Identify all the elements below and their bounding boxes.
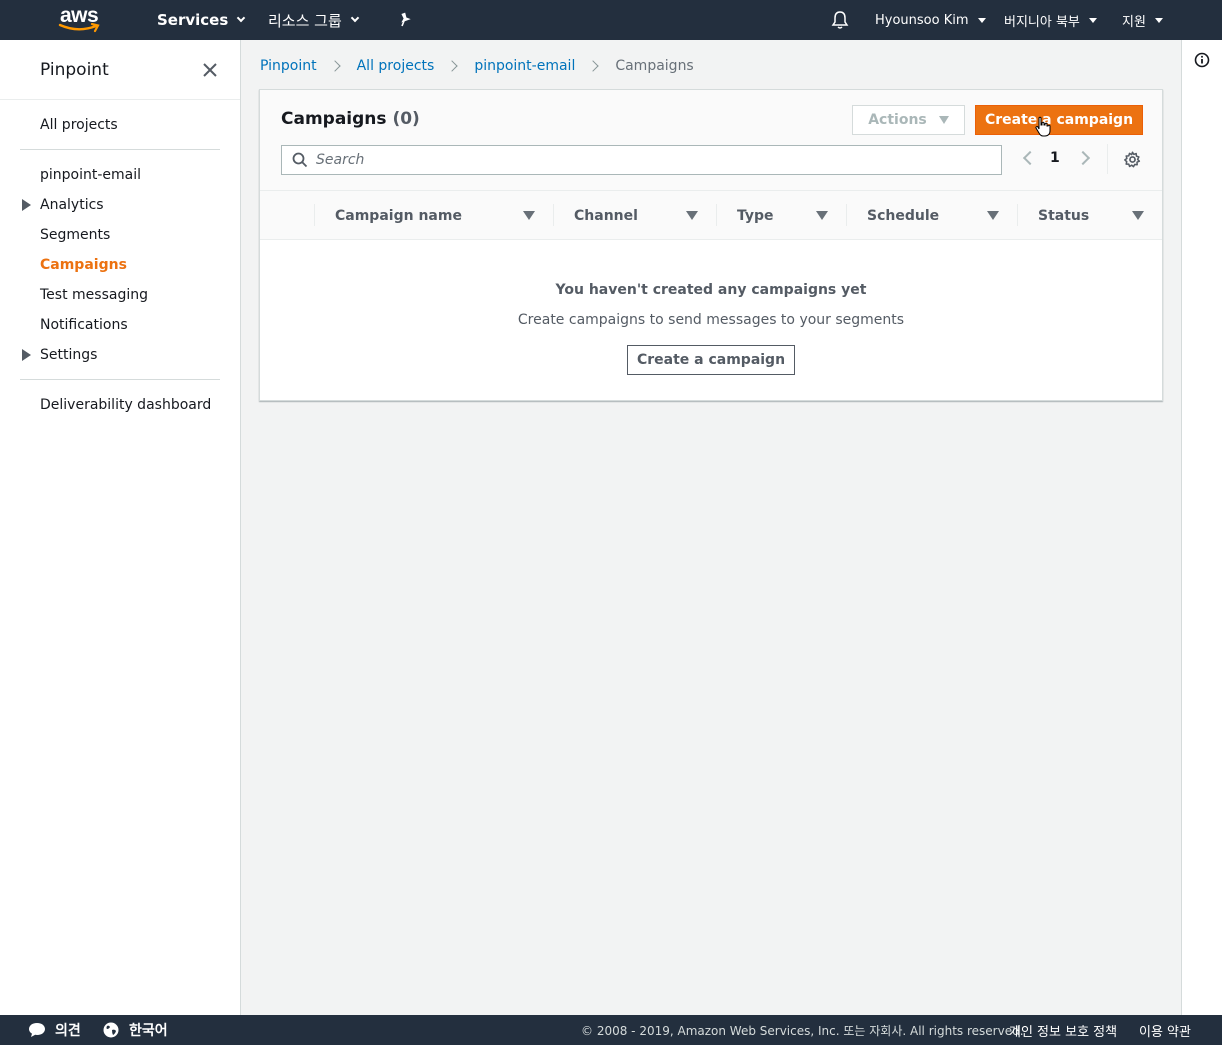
language-label: 한국어 — [129, 1023, 168, 1039]
chevron-right-icon[interactable] — [1075, 150, 1091, 166]
help-panel-rail — [1181, 40, 1222, 1015]
sort-down-icon[interactable] — [987, 211, 999, 220]
hand-cursor-icon — [1035, 116, 1051, 137]
gear-icon[interactable] — [1124, 151, 1141, 168]
footer: 의견 한국어 © 2008 - 2019, Amazon Web Service… — [0, 1015, 1222, 1045]
support-menu[interactable]: 지원 — [1122, 0, 1163, 40]
close-icon[interactable] — [201, 61, 219, 79]
panel-header: Campaigns (0) Actions Create a campaign … — [260, 90, 1162, 191]
caret-down-icon — [350, 13, 360, 23]
sidebar-title: Pinpoint — [40, 60, 109, 80]
breadcrumb-campaigns: Campaigns — [615, 58, 694, 74]
resource-groups-menu[interactable]: 리소스 그룹 — [268, 0, 360, 40]
column-status[interactable]: Status — [1038, 191, 1089, 240]
sidebar-divider — [20, 149, 220, 150]
resource-groups-label: 리소스 그룹 — [268, 11, 342, 30]
sidebar-item-analytics[interactable]: Analytics — [40, 197, 104, 213]
chevron-right-icon — [587, 60, 599, 72]
sort-down-icon[interactable] — [1132, 211, 1144, 220]
speech-bubble-icon — [29, 1023, 45, 1037]
actions-button[interactable]: Actions — [852, 105, 965, 135]
empty-state-description: Create campaigns to send messages to you… — [517, 312, 905, 328]
expand-arrow-icon[interactable] — [22, 199, 31, 211]
column-divider — [314, 204, 315, 226]
search-box[interactable] — [281, 145, 1002, 175]
language-selector[interactable]: 한국어 — [103, 1015, 168, 1045]
campaigns-count: (0) — [392, 109, 420, 129]
breadcrumb-all-projects[interactable]: All projects — [357, 58, 435, 74]
services-label: Services — [157, 11, 229, 29]
column-schedule[interactable]: Schedule — [867, 191, 939, 240]
sidebar: Pinpoint All projects pinpoint-email Ana… — [0, 40, 241, 1015]
breadcrumb-pinpoint[interactable]: Pinpoint — [260, 58, 317, 74]
pin-icon — [401, 12, 411, 27]
sidebar-item-settings[interactable]: Settings — [40, 347, 97, 363]
sort-down-icon[interactable] — [523, 211, 535, 220]
table-header: Campaign name Channel Type Schedule Stat… — [260, 191, 1162, 240]
campaigns-panel: Campaigns (0) Actions Create a campaign … — [259, 89, 1163, 401]
support-label: 지원 — [1122, 14, 1146, 30]
services-menu[interactable]: Services — [157, 0, 246, 40]
empty-create-campaign-button[interactable]: Create a campaign — [627, 345, 795, 375]
feedback-button[interactable]: 의견 — [28, 1015, 81, 1045]
caret-down-icon — [938, 116, 949, 124]
privacy-policy-link[interactable]: 개인 정보 보호 정책 — [1009, 1015, 1117, 1045]
sidebar-item-notifications[interactable]: Notifications — [40, 317, 128, 333]
search-input[interactable] — [316, 150, 986, 170]
actions-label: Actions — [868, 112, 927, 128]
region-menu[interactable]: 버지니아 북부 — [1004, 0, 1097, 40]
region-label: 버지니아 북부 — [1004, 14, 1080, 30]
sidebar-header-divider — [0, 99, 240, 100]
user-name: Hyounsoo Kim — [875, 12, 969, 28]
column-channel[interactable]: Channel — [574, 191, 638, 240]
globe-icon — [103, 1022, 119, 1038]
sidebar-item-segments[interactable]: Segments — [40, 227, 110, 243]
pin-button[interactable] — [398, 0, 412, 40]
caret-down-icon — [1088, 17, 1097, 23]
page-number[interactable]: 1 — [1050, 150, 1060, 166]
feedback-label: 의견 — [55, 1023, 81, 1039]
user-menu[interactable]: Hyounsoo Kim — [875, 0, 986, 40]
column-divider — [1017, 204, 1018, 226]
sort-down-icon[interactable] — [686, 211, 698, 220]
empty-state-title: You haven't created any campaigns yet — [555, 282, 867, 298]
campaigns-title: Campaigns — [281, 109, 387, 129]
caret-down-icon — [237, 13, 246, 23]
sidebar-item-test-messaging[interactable]: Test messaging — [40, 287, 148, 303]
sidebar-item-pinpoint-email[interactable]: pinpoint-email — [40, 167, 141, 183]
copyright-text: © 2008 - 2019, Amazon Web Services, Inc.… — [581, 1023, 1024, 1038]
info-icon[interactable] — [1194, 52, 1210, 68]
breadcrumb-pinpoint-email[interactable]: pinpoint-email — [474, 58, 575, 74]
terms-of-use-link[interactable]: 이용 약관 — [1139, 1015, 1191, 1045]
caret-down-icon — [977, 17, 986, 23]
chevron-right-icon — [328, 60, 341, 72]
caret-down-icon — [1154, 17, 1163, 23]
sidebar-item-campaigns[interactable]: Campaigns — [40, 257, 127, 273]
sort-down-icon[interactable] — [816, 211, 828, 220]
notifications-button[interactable] — [831, 0, 849, 40]
create-campaign-button[interactable]: Create a campaign — [975, 105, 1143, 135]
page-title: Campaigns (0) — [281, 109, 420, 129]
breadcrumb: Pinpoint All projects pinpoint-email Cam… — [260, 56, 694, 76]
sidebar-item-all-projects[interactable]: All projects — [40, 117, 118, 133]
expand-arrow-icon[interactable] — [22, 349, 31, 361]
aws-logo[interactable]: aws — [58, 4, 104, 34]
chevron-right-icon — [446, 60, 458, 72]
top-navigation: aws Services 리소스 그룹 Hyounsoo Kim 버지니아 북부… — [0, 0, 1222, 40]
sidebar-divider — [20, 379, 220, 380]
sidebar-item-deliverability-dashboard[interactable]: Deliverability dashboard — [40, 397, 211, 413]
column-campaign-name[interactable]: Campaign name — [335, 191, 462, 240]
column-divider — [846, 204, 847, 226]
search-icon — [292, 152, 308, 168]
aws-smile-icon — [58, 23, 100, 33]
bell-icon — [831, 11, 849, 29]
column-divider — [553, 204, 554, 226]
column-type[interactable]: Type — [737, 191, 774, 240]
chevron-left-icon[interactable] — [1022, 150, 1038, 166]
pager-divider — [1107, 144, 1108, 174]
column-divider — [716, 204, 717, 226]
